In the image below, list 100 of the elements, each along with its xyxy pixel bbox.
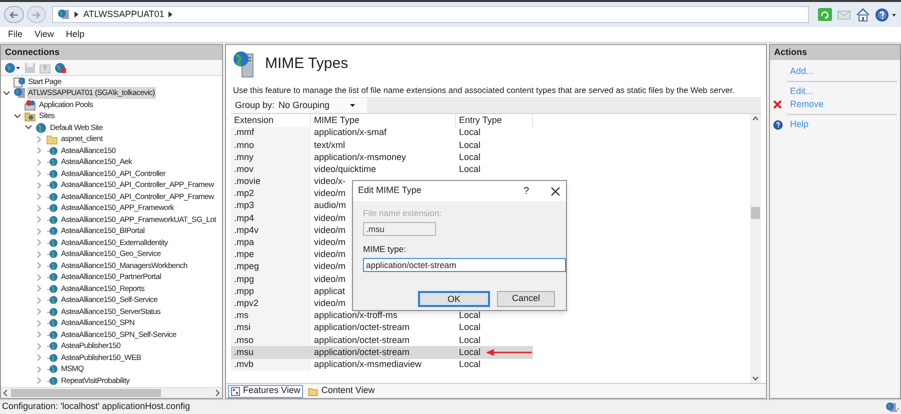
dialog-button[interactable]: Cancel xyxy=(497,290,555,306)
folder-icon xyxy=(24,110,36,122)
group-by-label: Group by: xyxy=(235,98,275,112)
table-cell: .mp3 xyxy=(231,200,311,212)
collapse-chevron-icon[interactable] xyxy=(25,125,32,130)
globe-icon xyxy=(46,271,58,284)
scroll-up-icon[interactable] xyxy=(751,114,760,123)
table-cell: .msu xyxy=(231,346,311,359)
panel-header: Actions xyxy=(770,45,900,60)
up-icon[interactable] xyxy=(39,62,51,74)
refresh-icon[interactable] xyxy=(818,8,832,21)
scrollbar-thumb[interactable] xyxy=(751,207,760,219)
status-text: Configuration: 'localhost' applicationHost.config xyxy=(2,400,190,414)
expand-chevron-icon[interactable] xyxy=(37,158,42,166)
expand-chevron-icon[interactable] xyxy=(37,354,42,362)
back-button[interactable] xyxy=(4,6,24,23)
menu-item[interactable]: File xyxy=(8,28,23,42)
help-icon xyxy=(773,120,783,130)
table-cell: .movie xyxy=(231,176,311,188)
breadcrumb-chevron-icon[interactable] xyxy=(74,11,80,18)
expand-chevron-icon[interactable] xyxy=(37,170,42,178)
expand-chevron-icon[interactable] xyxy=(37,182,42,189)
folder-icon xyxy=(46,133,58,146)
expand-chevron-icon[interactable] xyxy=(37,136,42,143)
address-bar[interactable]: ATLWSSAPPUAT01 xyxy=(52,6,809,23)
scrollbar-thumb[interactable] xyxy=(11,389,161,397)
expand-chevron-icon[interactable] xyxy=(37,147,42,154)
expand-chevron-icon[interactable] xyxy=(37,296,42,304)
expand-chevron-icon[interactable] xyxy=(37,308,42,316)
vertical-scrollbar[interactable] xyxy=(750,114,761,383)
horizontal-scrollbar[interactable] xyxy=(1,387,222,398)
expand-chevron-icon[interactable] xyxy=(37,204,42,212)
table-cell: .mpeg xyxy=(231,261,311,274)
collapse-chevron-icon[interactable] xyxy=(3,90,10,96)
expand-chevron-icon[interactable] xyxy=(37,285,42,292)
disconnect-icon[interactable] xyxy=(54,62,67,74)
globe-icon xyxy=(46,340,58,352)
expand-chevron-icon[interactable] xyxy=(37,377,42,384)
page-title: MIME Types xyxy=(265,54,348,74)
globe-icon xyxy=(46,260,58,272)
table-cell: application/octet-stream xyxy=(311,346,456,359)
annotation-arrow xyxy=(486,349,533,356)
globe-icon xyxy=(46,168,58,180)
globe-icon xyxy=(46,306,58,318)
view-tab[interactable]: Features View xyxy=(228,384,304,398)
globe-icon xyxy=(46,236,58,249)
input-field[interactable]: application/octet-stream xyxy=(363,258,566,272)
menu-item[interactable]: Help xyxy=(66,28,84,42)
forward-button[interactable] xyxy=(26,6,46,23)
table-cell: .mpa xyxy=(231,236,311,249)
table-cell: application/octet-stream xyxy=(311,334,456,346)
view-tab[interactable]: Content View xyxy=(305,384,378,398)
table-cell: .mso xyxy=(231,334,311,346)
expand-chevron-icon[interactable] xyxy=(37,366,42,373)
table-cell: .mpe xyxy=(231,248,311,262)
dropdown-caret-icon xyxy=(350,104,355,107)
save-icon[interactable] xyxy=(24,62,36,74)
expand-chevron-icon[interactable] xyxy=(37,239,42,246)
table-cell: Local xyxy=(456,334,533,346)
help-icon[interactable] xyxy=(875,8,897,22)
table-cell: .mp2 xyxy=(231,188,311,200)
input-field: .msu xyxy=(363,222,436,236)
home-icon[interactable] xyxy=(856,8,870,22)
breadcrumb-chevron-icon[interactable] xyxy=(168,11,174,18)
expand-chevron-icon[interactable] xyxy=(37,274,42,281)
expand-chevron-icon[interactable] xyxy=(37,193,42,200)
table-cell: .ms xyxy=(231,310,311,322)
globe-icon xyxy=(46,374,58,387)
scroll-down-icon[interactable] xyxy=(751,374,760,383)
expand-chevron-icon[interactable] xyxy=(37,320,42,327)
globe-icon xyxy=(46,352,58,364)
collapse-chevron-icon[interactable] xyxy=(14,114,21,119)
globe-icon xyxy=(46,248,58,260)
expand-chevron-icon[interactable] xyxy=(37,342,42,350)
globe-icon xyxy=(46,156,58,168)
breadcrumb-item[interactable]: ATLWSSAPPUAT01 xyxy=(83,8,164,22)
expand-chevron-icon[interactable] xyxy=(37,250,42,258)
table-cell: .mny xyxy=(231,151,311,164)
table-cell: .msi xyxy=(231,322,311,334)
expand-chevron-icon[interactable] xyxy=(37,331,42,338)
globe-icon xyxy=(46,225,58,238)
close-icon[interactable] xyxy=(551,186,560,196)
expand-chevron-icon[interactable] xyxy=(37,262,42,270)
help-button[interactable]: ? xyxy=(523,184,529,198)
globe-icon xyxy=(46,363,58,376)
dialog-button[interactable]: OK xyxy=(418,290,490,306)
globe-icon xyxy=(46,328,58,341)
menu-item[interactable]: View xyxy=(34,28,54,42)
server-icon xyxy=(13,87,25,100)
back-icon xyxy=(8,10,19,18)
globe-icon xyxy=(46,214,58,226)
globe-icon xyxy=(46,179,58,192)
table-cell: .mmf xyxy=(231,127,311,140)
table-cell: .mpg xyxy=(231,273,311,286)
connect-icon[interactable] xyxy=(4,62,21,74)
globe-icon xyxy=(46,202,58,214)
expand-chevron-icon[interactable] xyxy=(37,216,42,224)
group-by-dropdown[interactable]: No Grouping xyxy=(278,98,357,112)
globe-icon xyxy=(46,144,58,157)
expand-chevron-icon[interactable] xyxy=(37,228,42,235)
